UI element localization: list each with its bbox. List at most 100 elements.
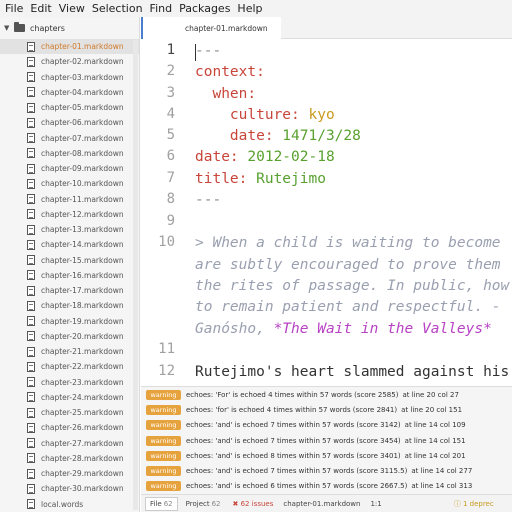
tree-file-label: chapter-29.markdown [41,469,124,479]
tree-file-item[interactable]: chapter-08.markdown [0,146,139,161]
menu-view[interactable]: View [57,0,90,17]
tree-file-item[interactable]: chapter-07.markdown [0,131,139,146]
code-line-5: date: 1471/3/28 [195,126,361,147]
tree-file-item[interactable]: chapter-02.markdown [0,54,139,69]
lint-location[interactable]: at line 14 col 151 [405,437,466,445]
tree-view: ▼ chapters chapter-01.markdown chapter-02… [0,17,140,512]
lint-message: echoes: 'for' is echoed 4 times within 5… [186,405,398,414]
tree-file-item[interactable]: chapter-18.markdown [0,298,139,313]
tree-file-item[interactable]: chapter-17.markdown [0,283,139,298]
file-icon [27,346,35,357]
lint-location[interactable]: at line 20 col 27 [402,391,458,399]
blockquote-title: *The Wait in the Valleys* [273,321,492,337]
code-line-4: culture: kyo [195,105,335,126]
status-filename[interactable]: chapter-01.markdown [283,500,360,508]
lint-location[interactable]: at line 14 col 313 [411,482,472,490]
tree-file-item[interactable]: chapter-30.markdown [0,481,139,496]
editor[interactable]: 1 2 3 4 5 6 7 8 9 10 11 12 --- context: when: cultu… [141,39,512,386]
lint-location[interactable]: at line 20 col 151 [401,406,462,414]
cursor-position[interactable]: 1:1 [370,500,381,508]
code-line-10e: Ganósho, *The Wait in the Valleys* [195,319,492,340]
file-icon [27,438,35,449]
tree-file-item[interactable]: chapter-01.markdown [0,39,139,55]
code-line-2: context: [195,62,265,83]
menu-help[interactable]: Help [235,0,267,17]
yaml-value: 2012-02-18 [238,149,335,165]
tree-file-item[interactable]: chapter-04.markdown [0,85,139,100]
tree-file-item[interactable]: chapter-06.markdown [0,115,139,130]
menu-packages[interactable]: Packages [177,0,235,17]
deprecation-notice[interactable]: ⓘ 1 deprec [454,499,494,509]
lint-message: echoes: 'and' is echoed 6 times within 5… [186,482,408,491]
tree-file-item[interactable]: chapter-24.markdown [0,390,139,405]
tree-file-item[interactable]: chapter-29.markdown [0,466,139,481]
lint-row[interactable]: warning echoes: 'and' is echoed 7 times w… [141,433,512,448]
status-tab-file[interactable]: File 62 [145,496,178,511]
file-icon [27,87,35,98]
lint-location[interactable]: at line 14 col 201 [405,452,466,460]
tree-file-item[interactable]: chapter-27.markdown [0,436,139,451]
lint-row[interactable]: warning echoes: 'For' is echoed 4 times w… [141,387,512,402]
tree-file-item[interactable]: chapter-16.markdown [0,268,139,283]
lint-location[interactable]: at line 14 col 277 [411,467,472,475]
file-icon [27,163,35,174]
lint-row[interactable]: warning echoes: 'and' is echoed 7 times w… [141,418,512,433]
tree-file-item[interactable]: chapter-11.markdown [0,192,139,207]
menu-file[interactable]: File [3,0,28,17]
tree-file-item[interactable]: chapter-22.markdown [0,359,139,374]
tree-file-item[interactable]: chapter-12.markdown [0,207,139,222]
tree-file-label: chapter-10.markdown [41,179,124,189]
tree-file-item[interactable]: chapter-15.markdown [0,253,139,268]
menu-bar: File Edit View Selection Find Packages H… [0,0,512,17]
tree-file-item[interactable]: chapter-25.markdown [0,405,139,420]
menu-find[interactable]: Find [148,0,178,17]
tree-file-item[interactable]: chapter-19.markdown [0,314,139,329]
tree-file-item[interactable]: chapter-09.markdown [0,161,139,176]
code-area[interactable]: --- context: when: culture: kyo date: 14… [195,39,512,386]
tree-file-item[interactable]: chapter-28.markdown [0,451,139,466]
lint-location[interactable]: at line 14 col 109 [405,421,466,429]
tree-file-label: chapter-12.markdown [41,209,124,219]
file-icon [27,453,35,464]
lint-message: echoes: 'and' is echoed 8 times within 5… [186,451,401,460]
status-tab-project[interactable]: Project 62 [182,498,225,510]
tree-file-item[interactable]: chapter-10.markdown [0,176,139,191]
tree-file-label: chapter-26.markdown [41,423,124,433]
tree-file-label: chapter-16.markdown [41,270,124,280]
file-icon [27,209,35,220]
tree-file-label: chapter-15.markdown [41,255,124,265]
lint-row[interactable]: warning echoes: 'and' is echoed 8 times w… [141,448,512,463]
yaml-key: title: [195,171,248,187]
tree-file-label: chapter-11.markdown [41,194,124,204]
issues-count[interactable]: ✖ 62 issues [233,500,274,508]
tree-scrollbar[interactable] [133,40,138,510]
file-icon [27,270,35,281]
tree-file-item[interactable]: local.words [0,497,139,512]
tree-file-label: chapter-05.markdown [41,103,124,113]
chevron-down-icon[interactable]: ▼ [4,24,14,32]
tab-chapter-01[interactable]: chapter-01.markdown [141,17,281,39]
tree-file-item[interactable]: chapter-21.markdown [0,344,139,359]
warning-badge: warning [146,450,181,461]
tree-root-folder[interactable]: ▼ chapters [0,17,139,39]
tree-file-label: chapter-21.markdown [41,347,124,357]
line-number: 3 [166,85,175,101]
menu-selection[interactable]: Selection [90,0,148,17]
lint-row[interactable]: warning echoes: 'and' is echoed 7 times w… [141,463,512,478]
tree-file-item[interactable]: chapter-23.markdown [0,375,139,390]
tree-file-label: chapter-03.markdown [41,72,124,82]
menu-edit[interactable]: Edit [28,0,56,17]
tree-file-item[interactable]: chapter-05.markdown [0,100,139,115]
tree-file-item[interactable]: chapter-20.markdown [0,329,139,344]
tree-file-label: chapter-27.markdown [41,438,124,448]
tree-file-item[interactable]: chapter-14.markdown [0,237,139,252]
status-bar: File 62 Project 62 ✖ 62 issues chapter-01.… [141,494,512,512]
tree-file-item[interactable]: chapter-03.markdown [0,70,139,85]
lint-row[interactable]: warning echoes: 'for' is echoed 4 times w… [141,402,512,417]
lint-row[interactable]: warning echoes: 'and' is echoed 6 times w… [141,479,512,494]
file-list: chapter-01.markdown chapter-02.markdown ch… [0,39,139,512]
tree-file-item[interactable]: chapter-26.markdown [0,420,139,435]
warning-badge: warning [146,466,181,477]
tree-file-item[interactable]: chapter-13.markdown [0,222,139,237]
blockquote-text: > When a child is waiting to become [195,235,501,251]
